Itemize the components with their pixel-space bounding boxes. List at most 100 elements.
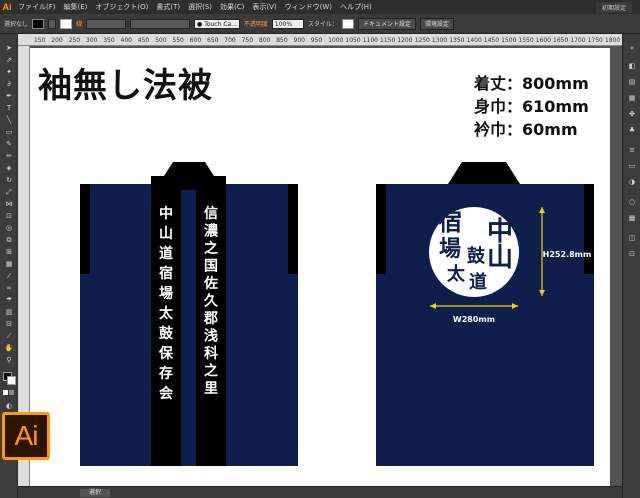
slice-tool-icon[interactable]: ⟋ xyxy=(3,332,15,341)
ruler-tick-label: 650 xyxy=(207,37,219,44)
scale-tool-icon[interactable]: ⤢ xyxy=(3,188,15,197)
document-settings-button[interactable]: ドキュメント設定 xyxy=(357,17,416,30)
brush-dropdown[interactable]: ● Touch Ca... xyxy=(194,18,240,29)
selection-status: 選択なし xyxy=(4,21,29,28)
stroke-swatch[interactable] xyxy=(60,18,73,29)
back-left-armhole xyxy=(376,184,386,274)
panel-dock: « ◧ ▤ ▦ ✤ ♣ ≡ ▭ ◑ ○ ▩ ◫ ⊡ xyxy=(622,34,640,498)
gradient-tool-icon[interactable]: ▦ xyxy=(3,260,15,269)
artboard[interactable]: 袖無し法被 着丈：800mm 身巾：610mm 衿巾：60mm 中山道宿場太鼓保… xyxy=(30,48,610,486)
ruler-tick-label: 950 xyxy=(310,37,323,44)
color-guide-icon[interactable]: ▤ xyxy=(627,78,637,86)
ruler-tick-label: 400 xyxy=(120,37,132,44)
eraser-icon[interactable]: ◈ xyxy=(3,164,15,173)
menu-type[interactable]: 書式(T) xyxy=(152,2,184,12)
crest-character: 太 xyxy=(447,263,466,285)
graphic-styles-icon[interactable]: ▩ xyxy=(627,214,637,222)
artboard-tool-icon[interactable]: ⊟ xyxy=(3,320,15,329)
preferences-button[interactable]: 環境設定 xyxy=(419,17,454,30)
collar-character: 里 xyxy=(204,381,218,397)
color-mode-icon[interactable] xyxy=(3,390,8,395)
perspective-grid-icon[interactable]: ⧉ xyxy=(3,236,15,245)
collar-character: 浅 xyxy=(204,328,218,345)
workspace-switcher[interactable]: 初期設定 xyxy=(595,2,632,13)
menu-effect[interactable]: 効果(C) xyxy=(216,2,248,12)
back-happi[interactable]: 中山道宿場太鼓 W280mm H252.8mm xyxy=(376,162,594,466)
variable-width-dropdown[interactable] xyxy=(130,18,191,29)
height-dimension-label: H252.8mm xyxy=(543,250,592,259)
stroke-weight-dropdown[interactable] xyxy=(86,18,127,29)
ruler-tick-label: 1750 xyxy=(587,37,603,44)
front-right-collar-text: 信濃之国佐久郡浅科之里 xyxy=(203,205,219,397)
color-panel-icon[interactable]: ◧ xyxy=(627,62,637,70)
fill-dropdown[interactable] xyxy=(48,18,57,29)
symbols-panel-icon[interactable]: ♣ xyxy=(627,126,637,134)
paintbrush-icon[interactable]: ✎ xyxy=(3,140,15,149)
collapse-panels-icon[interactable]: « xyxy=(627,44,637,52)
gradient-panel-icon[interactable]: ▭ xyxy=(627,162,637,170)
rectangle-tool-icon[interactable]: ▭ xyxy=(3,128,15,137)
direct-selection-tool-icon[interactable]: ⇗ xyxy=(3,56,15,65)
menu-edit[interactable]: 編集(E) xyxy=(60,2,92,12)
ruler-tick-label: 1450 xyxy=(483,37,500,44)
front-right-armhole xyxy=(288,184,298,274)
horizontal-ruler[interactable]: 150 200 250 300 350 400 450 500 550 600 650 700 750 8… xyxy=(18,34,622,46)
menu-window[interactable]: ウィンドウ(W) xyxy=(281,2,336,12)
eyedropper-icon[interactable]: ⁄ xyxy=(3,272,15,281)
free-transform-icon[interactable]: ⊡ xyxy=(3,212,15,221)
graph-tool-icon[interactable]: ▥ xyxy=(3,308,15,317)
ruler-tick-label: 1500 xyxy=(501,37,517,44)
rotate-tool-icon[interactable]: ↻ xyxy=(3,176,15,185)
style-swatch[interactable] xyxy=(341,18,354,29)
collar-character: 宿 xyxy=(159,265,173,282)
back-right-armhole xyxy=(584,184,594,274)
symbol-sprayer-icon[interactable]: ☂ xyxy=(3,296,15,305)
stroke-panel-icon[interactable]: ≡ xyxy=(627,146,637,154)
crest-character: 宿 xyxy=(438,207,462,236)
line-tool-icon[interactable]: ╲ xyxy=(3,116,15,125)
stroke-label[interactable]: 線 xyxy=(76,19,82,28)
front-happi[interactable]: 中山道宿場太鼓保存会 信濃之国佐久郡浅科之里 xyxy=(80,162,298,466)
zoom-tool-icon[interactable]: ⚲ xyxy=(3,356,15,365)
ruler-tick-label: 350 xyxy=(103,37,115,44)
opacity-label[interactable]: 不透明度 xyxy=(244,19,268,28)
ruler-tick-label: 300 xyxy=(85,37,98,44)
artboards-panel-icon[interactable]: ⊡ xyxy=(627,250,637,258)
front-body[interactable] xyxy=(80,184,298,466)
brushes-panel-icon[interactable]: ✤ xyxy=(627,110,637,118)
layers-panel-icon[interactable]: ◫ xyxy=(627,234,637,242)
menu-help[interactable]: ヘルプ(H) xyxy=(336,2,376,12)
control-bar: 選択なし 線 ● Touch Ca... 不透明度 100% スタイル： ドキュ… xyxy=(0,14,640,34)
status-tool[interactable]: 選択 xyxy=(80,489,110,497)
transparency-panel-icon[interactable]: ◑ xyxy=(627,178,637,186)
ruler-tick-label: 200 xyxy=(51,37,63,44)
selection-tool-icon[interactable]: ➤ xyxy=(3,44,15,53)
fill-swatch[interactable] xyxy=(32,18,45,29)
magic-wand-icon[interactable]: ✦ xyxy=(3,68,15,77)
opacity-field[interactable]: 100% xyxy=(271,18,304,29)
type-tool-icon[interactable]: T xyxy=(3,104,15,113)
draw-mode-icon[interactable]: ◐ xyxy=(3,402,15,411)
gradient-mode-icon[interactable] xyxy=(9,390,14,395)
menu-file[interactable]: ファイル(F) xyxy=(14,2,60,12)
menu-object[interactable]: オブジェクト(O) xyxy=(91,2,152,12)
pencil-icon[interactable]: ✏ xyxy=(3,152,15,161)
appearance-panel-icon[interactable]: ○ xyxy=(627,198,637,206)
collar-character: 久 xyxy=(203,293,219,310)
ruler-tick-label: 800 xyxy=(258,37,271,44)
ruler-tick-label: 150 xyxy=(34,37,46,44)
blend-tool-icon[interactable]: ∞ xyxy=(3,284,15,293)
ruler-tick-label: 1600 xyxy=(535,37,551,44)
ruler-tick-label: 550 xyxy=(172,37,184,44)
shape-builder-icon[interactable]: ◎ xyxy=(3,224,15,233)
width-tool-icon[interactable]: ⋈ xyxy=(3,200,15,209)
pen-tool-icon[interactable]: ✒ xyxy=(3,92,15,101)
collar-character: 場 xyxy=(159,285,173,302)
menu-view[interactable]: 表示(V) xyxy=(248,2,280,12)
mesh-tool-icon[interactable]: ⊞ xyxy=(3,248,15,257)
hand-tool-icon[interactable]: ✋ xyxy=(3,344,15,353)
menu-select[interactable]: 選択(S) xyxy=(184,2,216,12)
lasso-icon[interactable]: ∂ xyxy=(3,80,15,89)
swatches-panel-icon[interactable]: ▦ xyxy=(627,94,637,102)
stroke-color-icon[interactable] xyxy=(7,376,16,385)
